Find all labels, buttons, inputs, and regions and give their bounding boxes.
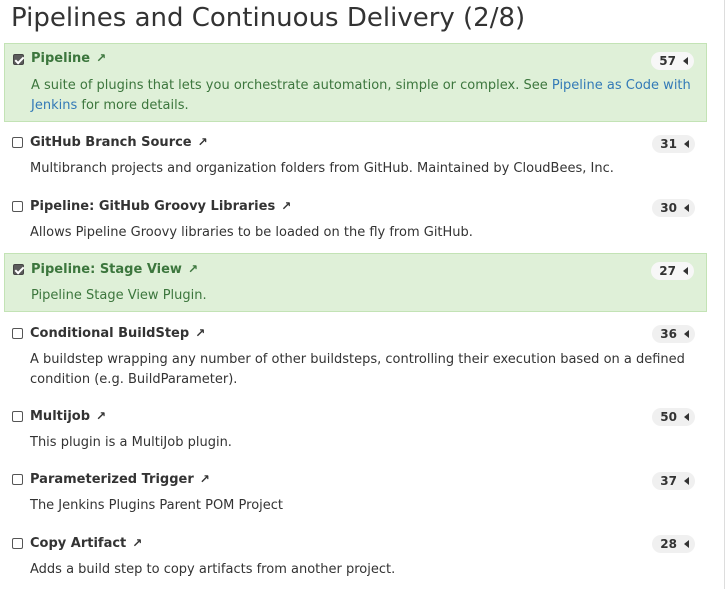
plugin-name: Pipeline: GitHub Groovy Libraries xyxy=(30,199,276,214)
external-link-icon[interactable]: ↗ xyxy=(96,51,106,65)
plugin-item-pipeline[interactable]: Pipeline ↗ 57 A suite of plugins that let… xyxy=(4,43,707,122)
plugin-name: Pipeline: Stage View xyxy=(31,262,182,277)
plugin-item-parameterized-trigger[interactable]: Parameterized Trigger ↗ 37 The Jenkins Pl… xyxy=(4,464,707,522)
plugin-description: A buildstep wrapping any number of other… xyxy=(30,352,685,387)
plugin-item-github-branch-source[interactable]: GitHub Branch Source ↗ 31 Multibranch pro… xyxy=(4,127,707,185)
plugin-item-conditional-buildstep[interactable]: Conditional BuildStep ↗ 36 A buildstep wr… xyxy=(4,318,707,396)
plugin-name: Multijob xyxy=(30,409,91,424)
plugin-name: Pipeline xyxy=(31,51,91,66)
caret-left-icon xyxy=(684,203,689,212)
plugin-category-panel: Pipelines and Continuous Delivery (2/8) … xyxy=(0,0,725,589)
plugin-name: Copy Artifact xyxy=(30,536,127,551)
plugin-checkbox-pipeline-github-groovy-libraries[interactable] xyxy=(12,201,23,212)
plugin-item-pipeline-github-groovy-libraries[interactable]: Pipeline: GitHub Groovy Libraries ↗ 30 Al… xyxy=(4,191,707,249)
plugin-name: GitHub Branch Source xyxy=(30,135,192,150)
caret-left-icon xyxy=(683,56,688,65)
dependency-count-badge[interactable]: 36 xyxy=(652,325,695,343)
plugin-checkbox-github-branch-source[interactable] xyxy=(12,137,23,148)
plugin-checkbox-conditional-buildstep[interactable] xyxy=(12,328,23,339)
plugin-description: Multibranch projects and organization fo… xyxy=(30,161,614,176)
external-link-icon[interactable]: ↗ xyxy=(198,135,208,149)
external-link-icon[interactable]: ↗ xyxy=(281,199,291,213)
external-link-icon[interactable]: ↗ xyxy=(195,326,205,340)
caret-left-icon xyxy=(684,476,689,485)
plugin-description: Allows Pipeline Groovy libraries to be l… xyxy=(30,225,473,240)
plugin-item-multijob[interactable]: Multijob ↗ 50 This plugin is a MultiJob p… xyxy=(4,401,707,459)
plugin-description: Pipeline Stage View Plugin. xyxy=(31,288,207,303)
plugin-checkbox-pipeline-stage-view[interactable] xyxy=(13,264,24,275)
caret-left-icon xyxy=(684,539,689,548)
caret-left-icon xyxy=(684,329,689,338)
dependency-count-badge[interactable]: 50 xyxy=(652,408,695,426)
external-link-icon[interactable]: ↗ xyxy=(96,409,106,423)
plugin-checkbox-parameterized-trigger[interactable] xyxy=(12,474,23,485)
page-title: Pipelines and Continuous Delivery (2/8) xyxy=(11,3,526,33)
caret-left-icon xyxy=(684,139,689,148)
caret-left-icon xyxy=(683,266,688,275)
external-link-icon[interactable]: ↗ xyxy=(188,262,198,276)
plugin-checkbox-multijob[interactable] xyxy=(12,411,23,422)
plugin-description: A suite of plugins that lets you orchest… xyxy=(31,78,691,113)
plugin-checkbox-copy-artifact[interactable] xyxy=(12,538,23,549)
caret-left-icon xyxy=(684,412,689,421)
external-link-icon[interactable]: ↗ xyxy=(132,536,142,550)
plugin-description: This plugin is a MultiJob plugin. xyxy=(30,435,232,450)
plugin-item-copy-artifact[interactable]: Copy Artifact ↗ 28 Adds a build step to c… xyxy=(4,528,707,586)
plugin-description: The Jenkins Plugins Parent POM Project xyxy=(30,498,284,513)
plugin-name: Conditional BuildStep xyxy=(30,326,190,341)
plugin-description: Adds a build step to copy artifacts from… xyxy=(30,562,396,577)
dependency-count-badge[interactable]: 30 xyxy=(652,199,695,217)
dependency-count-badge[interactable]: 31 xyxy=(652,135,695,153)
dependency-count-badge[interactable]: 57 xyxy=(651,52,694,70)
plugin-checkbox-pipeline[interactable] xyxy=(13,54,24,65)
external-link-icon[interactable]: ↗ xyxy=(200,472,210,486)
plugin-name: Parameterized Trigger xyxy=(30,472,194,487)
dependency-count-badge[interactable]: 37 xyxy=(652,472,695,490)
dependency-count-badge[interactable]: 28 xyxy=(652,535,695,553)
plugin-item-pipeline-stage-view[interactable]: Pipeline: Stage View ↗ 27 Pipeline Stage … xyxy=(4,253,707,312)
dependency-count-badge[interactable]: 27 xyxy=(651,262,694,280)
